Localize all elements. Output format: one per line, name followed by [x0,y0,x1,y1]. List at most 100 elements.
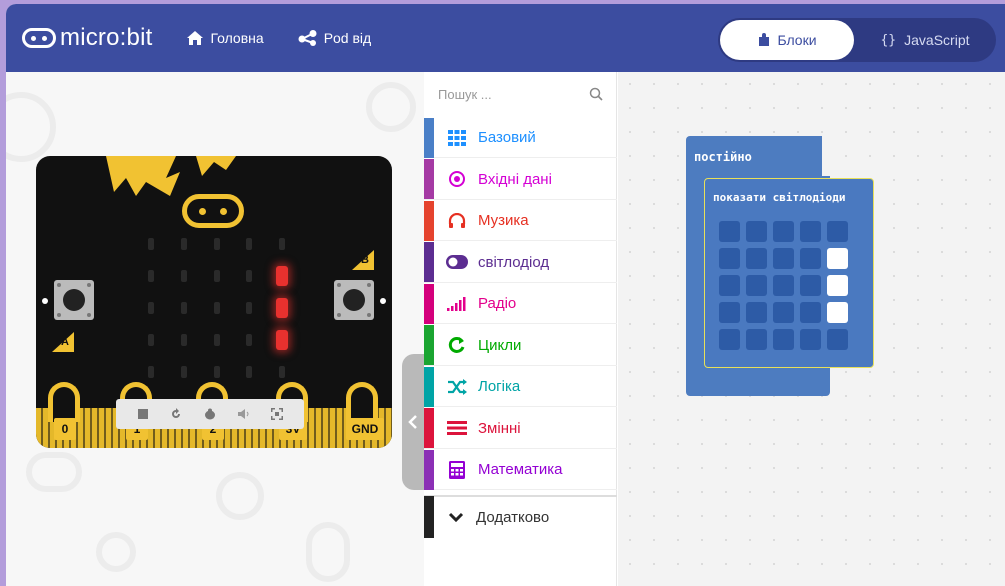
signal-icon [446,296,468,311]
show-leds-label: показати світлодіоди [713,191,846,204]
led-grid-cell[interactable] [746,302,767,323]
led-grid-cell[interactable] [746,221,767,242]
stop-icon[interactable] [129,403,157,425]
board-logo[interactable] [182,194,244,228]
led-off [279,366,285,378]
led-grid-cell[interactable] [773,329,794,350]
search-icon[interactable] [589,87,603,101]
background-decoration [306,522,350,582]
led-off [181,302,187,314]
javascript-tab[interactable]: {} JavaScript [858,20,992,60]
led-grid-cell[interactable] [800,275,821,296]
toolbox-category-label: Базовий [478,129,536,146]
debug-icon[interactable] [196,403,224,425]
category-color-bar [424,283,434,324]
category-color-bar [424,117,434,158]
led-off [246,334,252,346]
side-dot [380,298,386,304]
toolbox-category-0[interactable]: Базовий [424,117,617,158]
led-off [246,270,252,282]
led-grid-cell[interactable] [746,275,767,296]
led-grid-cell[interactable] [746,329,767,350]
target-icon [446,170,468,188]
led-on [276,298,288,318]
led-grid-cell[interactable] [827,329,848,350]
calculator-icon [446,460,468,479]
shuffle-icon [446,378,468,395]
led-off [181,270,187,282]
led-grid-cell[interactable] [827,221,848,242]
simulator-toolbar [116,399,304,429]
led-off [148,302,154,314]
fullscreen-icon[interactable] [263,403,291,425]
led-off [246,238,252,250]
led-grid-cell[interactable] [827,302,848,323]
toolbox-category-8[interactable]: Математика [424,449,617,490]
toolbox-category-5[interactable]: Цикли [424,325,617,366]
braces-icon: {} [880,32,897,48]
pin-0-ring[interactable] [48,382,80,422]
toolbox-category-4[interactable]: Радіо [424,283,617,324]
led-grid-cell[interactable] [827,275,848,296]
toolbox-category-3[interactable]: світлодіод [424,242,617,283]
background-decoration [26,452,82,492]
led-grid-cell[interactable] [719,221,740,242]
button-a[interactable] [54,280,94,320]
share-link[interactable]: Pod від [298,30,372,46]
restart-icon[interactable] [162,403,190,425]
toolbox-more[interactable]: Додатково [424,495,617,538]
led-grid-cell[interactable] [719,302,740,323]
editor-toggle: Блоки {} JavaScript [718,18,996,62]
toolbox: Пошук ... Базовий Вхідні дані Музика світло… [424,72,617,586]
led-grid-cell[interactable] [827,248,848,269]
led-grid-cell[interactable] [800,302,821,323]
led-off [181,366,187,378]
led-grid-cell[interactable] [800,248,821,269]
led-grid-cell[interactable] [719,329,740,350]
toolbox-category-1[interactable]: Вхідні дані [424,159,617,200]
toolbox-category-6[interactable]: Логіка [424,366,617,407]
home-link-label: Головна [210,30,264,46]
blocks-tab[interactable]: Блоки [720,20,854,60]
search-input[interactable]: Пошук ... [438,87,492,102]
forever-block-label: постійно [694,150,752,164]
chevron-left-icon [408,415,417,429]
toolbox-search[interactable]: Пошук ... [424,72,617,116]
mute-icon[interactable] [230,403,258,425]
led-grid-cell[interactable] [773,275,794,296]
toolbox-more-label: Додатково [476,508,550,526]
home-link[interactable]: Головна [186,30,264,46]
toolbox-category-label: Цикли [478,336,522,354]
led-grid-cell[interactable] [800,329,821,350]
grid-icon [446,129,468,146]
led-grid-cell[interactable] [719,275,740,296]
led-grid-cell[interactable] [719,248,740,269]
blocks-workspace[interactable]: постійно показати світлодіоди [618,72,1005,586]
toolbox-category-label: Математика [478,461,563,478]
button-b[interactable] [334,280,374,320]
led-grid-cell[interactable] [746,248,767,269]
led-off [214,334,220,346]
category-color-bar [424,242,434,282]
toolbox-category-label: Радіо [478,295,517,312]
show-leds-block[interactable]: показати світлодіоди [704,178,874,368]
collapse-simulator-button[interactable] [402,354,424,490]
led-grid-cell[interactable] [773,248,794,269]
toggle-icon [446,255,468,269]
led-off [148,270,154,282]
home-icon [187,31,204,45]
background-decoration [96,532,136,572]
share-link-label: Pod від [323,30,372,46]
led-grid-cell[interactable] [800,221,821,242]
microbit-logo[interactable]: micro:bit [22,24,152,52]
led-grid-cell[interactable] [773,302,794,323]
background-decoration [6,92,56,162]
background-decoration [216,472,264,520]
led-grid-cell[interactable] [773,221,794,242]
led-off [214,302,220,314]
toolbox-category-label: світлодіод [478,253,550,271]
toolbox-category-2[interactable]: Музика [424,200,617,241]
led-off [279,238,285,250]
toolbox-category-7[interactable]: Змінні [424,408,617,449]
microbit-face-icon [22,28,56,48]
